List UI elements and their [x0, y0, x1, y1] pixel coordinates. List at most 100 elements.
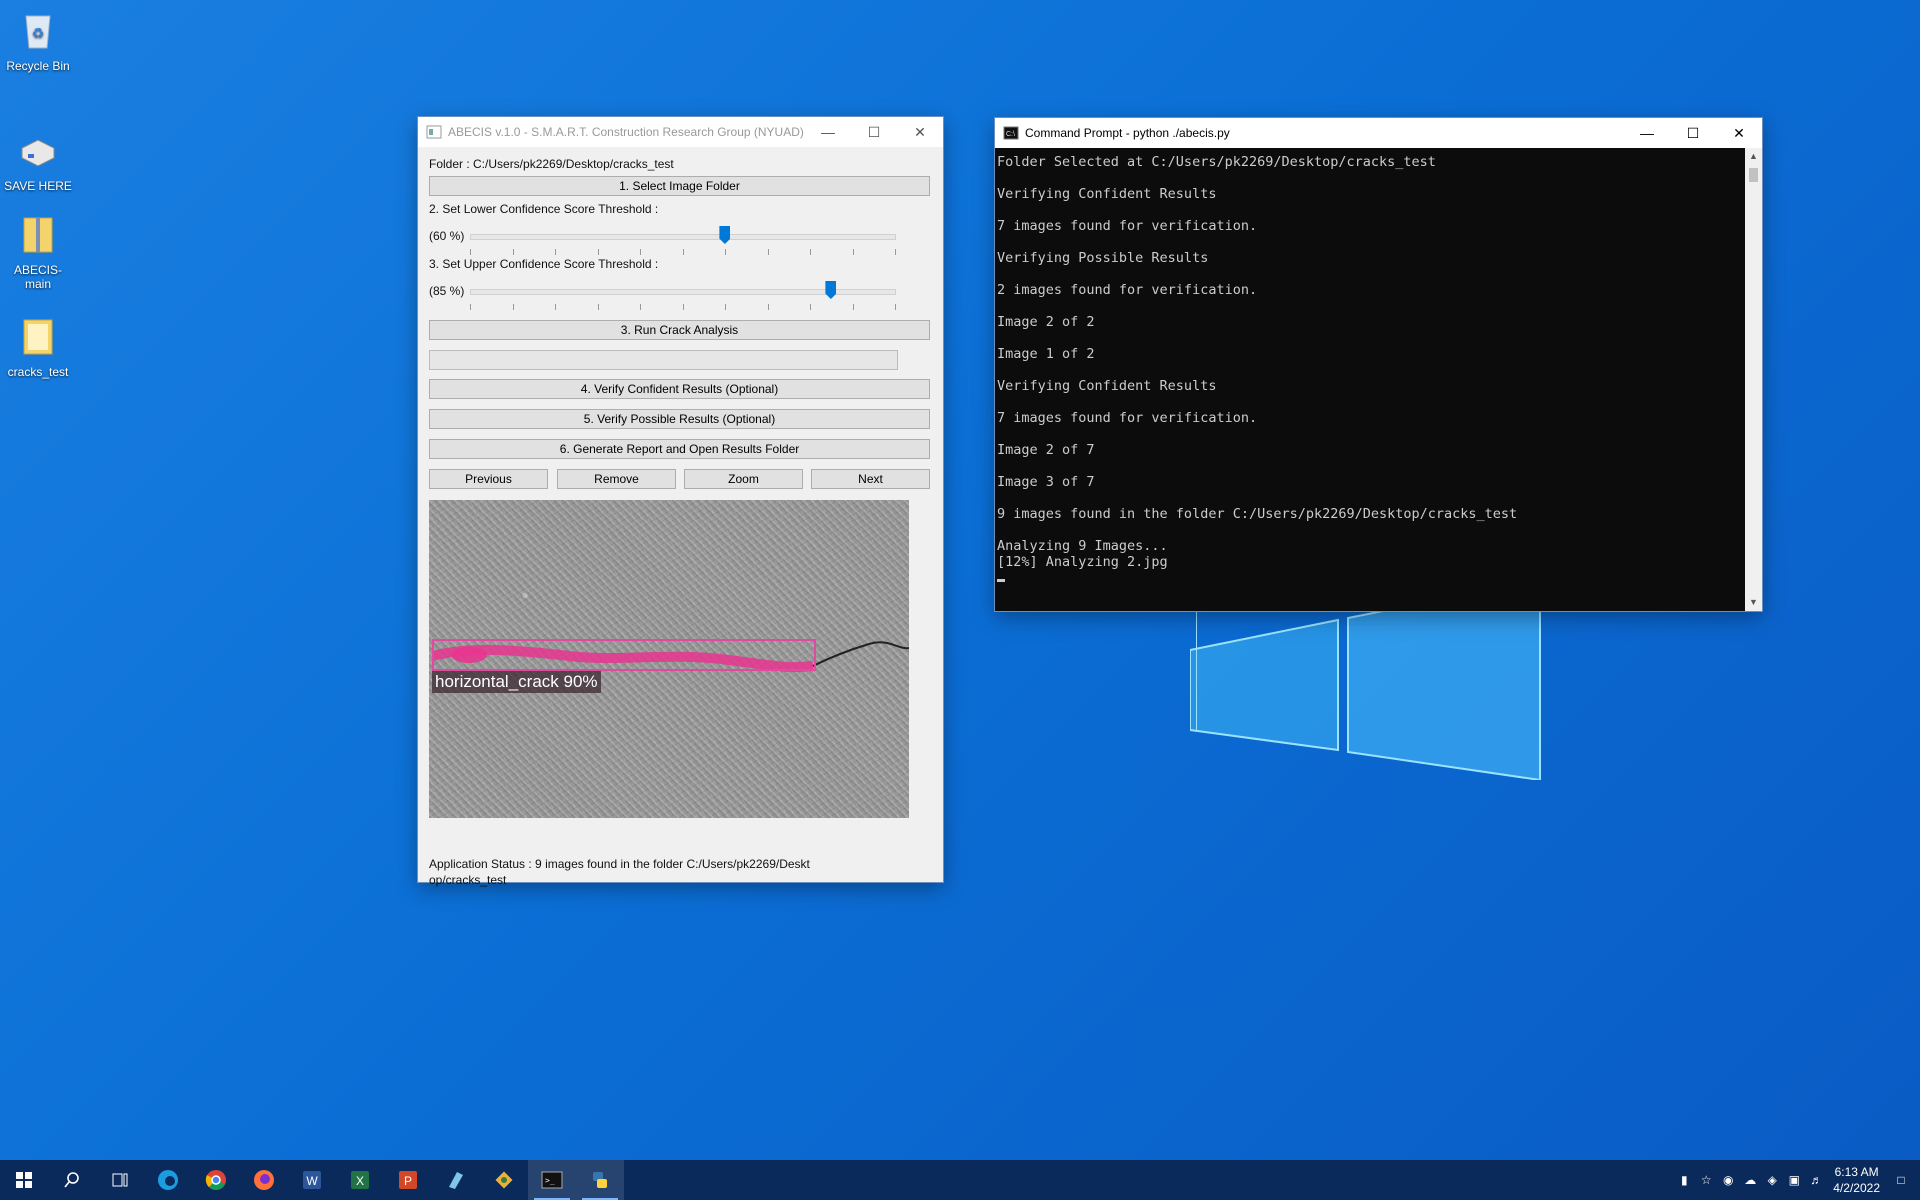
clock[interactable]: 6:13 AM 4/2/2022 [1833, 1164, 1880, 1196]
onedrive-icon[interactable]: ☁ [1739, 1173, 1761, 1187]
console-line: Verifying Confident Results [997, 378, 1217, 394]
lower-threshold-value: (60 %) [429, 229, 465, 243]
close-button[interactable]: ✕ [897, 117, 943, 147]
verify-possible-button[interactable]: 5. Verify Possible Results (Optional) [429, 409, 930, 429]
remove-button[interactable]: Remove [557, 469, 676, 489]
cmd-minimize-button[interactable]: — [1624, 118, 1670, 148]
svg-text:X: X [356, 1174, 364, 1188]
cmd-titlebar[interactable]: C:\ Command Prompt - python ./abecis.py … [995, 118, 1762, 148]
crack-image-preview: horizontal_crack 90% [429, 500, 909, 818]
desktop-icon-cracks-test[interactable]: cracks_test [4, 314, 72, 379]
status-line-2: op/cracks_test [429, 873, 507, 887]
console-line: Image 1 of 2 [997, 346, 1095, 362]
network-icon[interactable]: ▣ [1783, 1173, 1805, 1187]
desktop-icon-label: cracks_test [7, 365, 69, 379]
svg-text:>_: >_ [545, 1176, 555, 1185]
cmd-maximize-button[interactable]: ☐ [1670, 118, 1716, 148]
cmd-scrollbar[interactable]: ▲ ▼ [1745, 148, 1762, 611]
windows-logo-edge [1196, 612, 1197, 732]
security-icon[interactable]: ◈ [1761, 1173, 1783, 1187]
search-icon[interactable] [48, 1160, 96, 1200]
previous-button[interactable]: Previous [429, 469, 548, 489]
edge-icon[interactable] [144, 1160, 192, 1200]
upper-threshold-slider-thumb[interactable] [825, 281, 837, 299]
desktop-icon-recycle-bin[interactable]: ♻ Recycle Bin [4, 8, 72, 73]
console-line: Analyzing 9 Images... [997, 538, 1168, 554]
console-line: 7 images found for verification. [997, 410, 1258, 426]
scroll-down-icon[interactable]: ▼ [1745, 594, 1762, 611]
clock-date: 4/2/2022 [1833, 1181, 1880, 1195]
usb-icon[interactable]: ▮ [1673, 1173, 1695, 1187]
word-icon[interactable]: W [288, 1160, 336, 1200]
svg-text:♻: ♻ [32, 25, 45, 41]
powerpoint-icon[interactable]: P [384, 1160, 432, 1200]
scroll-up-icon[interactable]: ▲ [1745, 148, 1762, 165]
next-button[interactable]: Next [811, 469, 930, 489]
lower-threshold-slider-thumb[interactable] [719, 226, 731, 244]
app-icon [426, 125, 442, 139]
run-analysis-button[interactable]: 3. Run Crack Analysis [429, 320, 930, 340]
windows-logo-background [1190, 610, 1541, 780]
system-tray: ▮ ☆ ◉ ☁ ◈ ▣ ♬ 6:13 AM 4/2/2022 □ [1673, 1160, 1920, 1200]
start-icon[interactable] [0, 1160, 48, 1200]
console-line: Verifying Possible Results [997, 250, 1209, 266]
notepad-icon[interactable] [432, 1160, 480, 1200]
firefox-icon[interactable] [240, 1160, 288, 1200]
cmd-icon[interactable]: >_ [528, 1160, 576, 1200]
upper-threshold-label: 3. Set Upper Confidence Score Threshold … [429, 257, 659, 271]
console-line: 9 images found in the folder C:/Users/pk… [997, 506, 1518, 522]
git-icon[interactable] [480, 1160, 528, 1200]
cmd-app-icon: C:\ [1003, 126, 1019, 140]
detection-bounding-box [432, 639, 816, 671]
cmd-window-title: Command Prompt - python ./abecis.py [1025, 126, 1230, 140]
lower-threshold-label: 2. Set Lower Confidence Score Threshold … [429, 202, 659, 216]
minimize-button[interactable]: — [805, 117, 851, 147]
folder-icon [23, 319, 53, 355]
lower-threshold-ticks [470, 249, 896, 255]
volume-icon[interactable]: ♬ [1805, 1173, 1827, 1187]
desktop-icon-save-here[interactable]: SAVE HERE [4, 128, 72, 193]
task-view-icon[interactable] [96, 1160, 144, 1200]
console-line: [12%] Analyzing 2.jpg [997, 554, 1168, 570]
excel-icon[interactable]: X [336, 1160, 384, 1200]
desktop-icon-label: SAVE HERE [4, 179, 72, 193]
chrome-icon[interactable] [192, 1160, 240, 1200]
maximize-button[interactable]: ☐ [851, 117, 897, 147]
recycle-bin-icon: ♻ [25, 15, 51, 49]
taskbar: W X P >_ ▮ ☆ ◉ ☁ ◈ ▣ ♬ 6:13 AM 4/2/2022 … [0, 1160, 1920, 1200]
detection-label: horizontal_crack 90% [432, 671, 601, 693]
desktop-icon-label: Recycle Bin [6, 59, 70, 73]
abecis-titlebar[interactable]: ABECIS v.1.0 - S.M.A.R.T. Construction R… [418, 117, 943, 147]
console-output[interactable]: Folder Selected at C:/Users/pk2269/Deskt… [995, 148, 1745, 611]
translator-icon[interactable]: ☆ [1695, 1173, 1717, 1187]
application-status: Application Status : 9 images found in t… [429, 856, 810, 888]
nvidia-icon[interactable]: ◉ [1717, 1173, 1739, 1187]
console-line: Image 3 of 7 [997, 474, 1095, 490]
notification-icon[interactable]: □ [1890, 1173, 1912, 1187]
drive-icon [21, 139, 55, 167]
generate-report-button[interactable]: 6. Generate Report and Open Results Fold… [429, 439, 930, 459]
cmd-close-button[interactable]: ✕ [1716, 118, 1762, 148]
console-line: Image 2 of 7 [997, 442, 1095, 458]
clock-time: 6:13 AM [1834, 1165, 1879, 1179]
status-line-1: Application Status : 9 images found in t… [429, 857, 810, 871]
desktop-icon-abecis-main[interactable]: ABECIS-main [4, 212, 72, 291]
console-line: Folder Selected at C:/Users/pk2269/Deskt… [997, 154, 1436, 170]
scroll-thumb[interactable] [1749, 168, 1758, 182]
select-folder-button[interactable]: 1. Select Image Folder [429, 176, 930, 196]
console-cursor [997, 570, 1743, 586]
verify-confident-button[interactable]: 4. Verify Confident Results (Optional) [429, 379, 930, 399]
lower-threshold-slider[interactable] [470, 234, 896, 240]
zoom-button[interactable]: Zoom [684, 469, 803, 489]
zip-folder-icon [23, 217, 53, 253]
svg-text:C:\: C:\ [1006, 131, 1015, 138]
python-icon[interactable] [576, 1160, 624, 1200]
